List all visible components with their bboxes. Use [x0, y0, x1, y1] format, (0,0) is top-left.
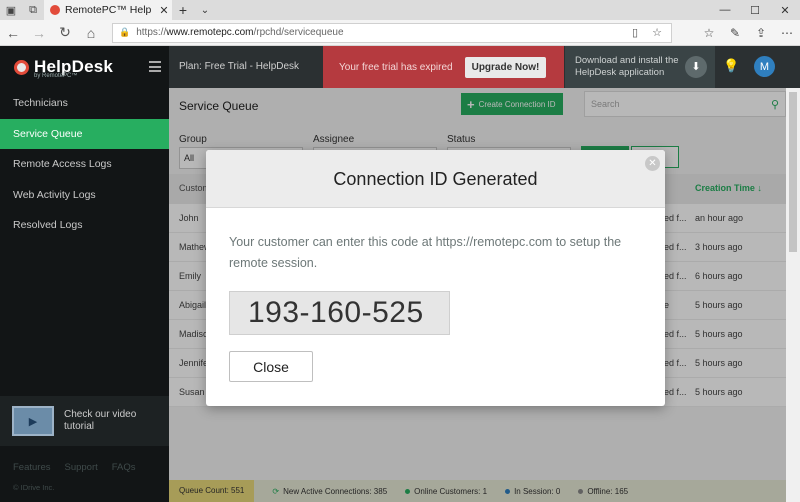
set-aside-tabs-icon[interactable]: ⧉ [22, 0, 44, 20]
footer-link-faqs[interactable]: FAQs [112, 462, 136, 473]
top-bar: Plan: Free Trial - HelpDesk Your free tr… [169, 46, 800, 88]
browser-address-bar: ← → ↻ ⌂ 🔒 https://www.remotepc.com/rpchd… [0, 20, 800, 46]
sidebar: HelpDesk by RemotePC™ Technicians Servic… [0, 46, 169, 502]
video-tutorial-promo[interactable]: ▶ Check our video tutorial [0, 396, 169, 446]
maximize-icon[interactable]: ☐ [740, 0, 770, 20]
tab-actions-icon[interactable]: ▣ [0, 0, 22, 20]
browser-tab-bar: ▣ ⧉ RemotePC™ HelpDesk - ✕ + ⌄ — ☐ ✕ [0, 0, 800, 20]
home-icon[interactable]: ⌂ [78, 20, 104, 46]
lightbulb-icon[interactable]: 💡 [723, 58, 739, 74]
notes-icon[interactable]: ✎ [722, 20, 748, 46]
modal-title: Connection ID Generated [206, 150, 665, 208]
browser-tab[interactable]: RemotePC™ HelpDesk - ✕ [44, 0, 172, 20]
refresh-icon[interactable]: ↻ [52, 20, 78, 46]
upgrade-now-button[interactable]: Upgrade Now! [464, 56, 547, 78]
trial-expired-banner: Your free trial has expired Upgrade Now! [323, 46, 564, 88]
plan-info: Plan: Free Trial - HelpDesk [179, 61, 300, 72]
favorites-icon[interactable]: ☆ [696, 20, 722, 46]
close-tab-icon[interactable]: ✕ [156, 4, 172, 17]
favorite-star-icon[interactable]: ☆ [649, 26, 665, 39]
browser-tools: ☆ ✎ ⇪ ⋯ [696, 20, 800, 46]
tab-list-chevron-icon[interactable]: ⌄ [194, 5, 216, 16]
sidebar-item-resolved-logs[interactable]: Resolved Logs [0, 210, 169, 240]
copyright: © IDrive Inc. [13, 483, 55, 492]
footer-links: Features Support FAQs [13, 462, 136, 473]
forward-icon[interactable]: → [26, 20, 52, 46]
hamburger-menu-icon[interactable] [149, 61, 161, 75]
back-icon[interactable]: ← [0, 20, 26, 46]
modal-message: Your customer can enter this code at htt… [229, 235, 622, 270]
new-tab-icon[interactable]: + [172, 2, 194, 18]
sidebar-item-service-queue[interactable]: Service Queue [0, 118, 169, 149]
lock-icon: 🔒 [119, 27, 131, 37]
video-play-icon: ▶ [12, 406, 54, 436]
url-text: https://www.remotepc.com/rpchd/servicequ… [136, 27, 344, 38]
remotepc-favicon-icon [50, 5, 60, 15]
minimize-icon[interactable]: — [710, 0, 740, 20]
remotepc-logo-icon [14, 59, 29, 75]
video-tutorial-text: Check our video tutorial [64, 409, 137, 432]
page-scrollbar[interactable] [786, 88, 800, 502]
more-icon[interactable]: ⋯ [774, 20, 800, 46]
footer-link-features[interactable]: Features [13, 462, 51, 473]
connection-id-modal: Connection ID Generated ✕ Your customer … [206, 150, 665, 406]
close-button[interactable]: Close [229, 351, 313, 382]
download-text: Download and install the HelpDesk applic… [575, 55, 679, 78]
footer-link-support[interactable]: Support [65, 462, 98, 473]
logo[interactable]: HelpDesk by RemotePC™ [0, 46, 169, 88]
close-icon[interactable]: ✕ [645, 156, 660, 171]
url-field[interactable]: 🔒 https://www.remotepc.com/rpchd/service… [112, 22, 672, 43]
connection-id-code: 193-160-525 [229, 291, 450, 335]
reading-view-icon[interactable]: ▯ [627, 26, 643, 39]
sidebar-item-technicians[interactable]: Technicians [0, 88, 169, 118]
sidebar-nav: Technicians Service Queue Remote Access … [0, 88, 169, 240]
sidebar-item-web-activity-logs[interactable]: Web Activity Logs [0, 180, 169, 210]
share-icon[interactable]: ⇪ [748, 20, 774, 46]
download-app-banner[interactable]: Download and install the HelpDesk applic… [565, 46, 715, 88]
logo-subtitle: by RemotePC™ [34, 73, 78, 79]
sidebar-item-remote-access-logs[interactable]: Remote Access Logs [0, 149, 169, 179]
trial-message: Your free trial has expired [339, 61, 453, 73]
window-controls: — ☐ ✕ [710, 0, 800, 20]
tab-title: RemotePC™ HelpDesk - [65, 4, 151, 16]
avatar[interactable]: M [754, 56, 775, 77]
close-window-icon[interactable]: ✕ [770, 0, 800, 20]
download-icon[interactable]: ⬇ [685, 56, 707, 78]
